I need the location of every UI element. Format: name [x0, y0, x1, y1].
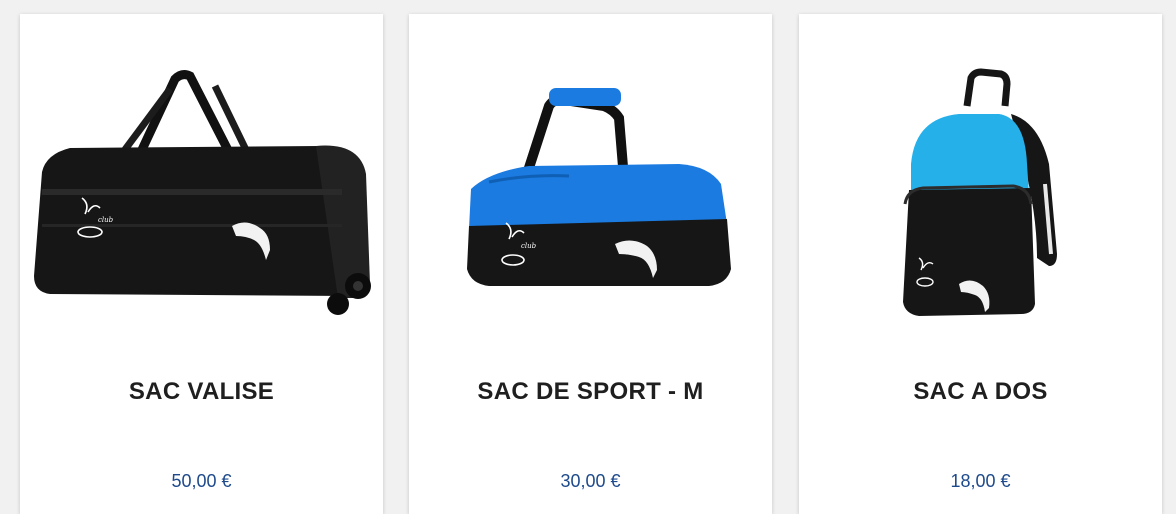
product-title[interactable]: SAC A DOS: [799, 378, 1162, 406]
product-price: 18,00 €: [950, 471, 1011, 491]
product-card[interactable]: SAC A DOS 18,00 €: [799, 14, 1162, 514]
product-grid: club SAC VALISE 50,00 € club SAC DE SPOR…: [0, 0, 1176, 514]
svg-text:club: club: [98, 216, 114, 224]
product-price: 30,00 €: [560, 471, 621, 491]
product-price: 50,00 €: [171, 471, 232, 491]
product-title[interactable]: SAC DE SPORT - M: [409, 378, 772, 406]
sport-duffel-bag-icon: club: [467, 88, 731, 286]
rolling-duffel-bag-icon: club: [34, 70, 371, 315]
svg-text:club: club: [521, 242, 537, 250]
product-image[interactable]: [799, 14, 1162, 364]
backpack-icon: [903, 68, 1057, 316]
product-image[interactable]: club: [409, 14, 772, 364]
product-title[interactable]: SAC VALISE: [20, 378, 383, 406]
product-image[interactable]: club: [20, 14, 383, 364]
product-card[interactable]: club SAC DE SPORT - M 30,00 €: [409, 14, 772, 514]
product-card[interactable]: club SAC VALISE 50,00 €: [20, 14, 383, 514]
